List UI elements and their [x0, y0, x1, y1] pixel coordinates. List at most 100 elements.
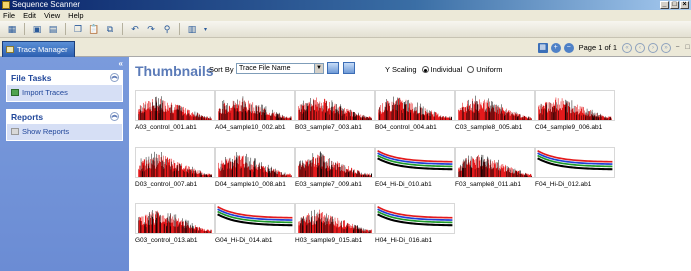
thumbnail-label: C04_sample9_006.ab1	[535, 124, 603, 131]
prev-page-icon[interactable]: ‹	[635, 42, 645, 53]
thumbnail-item[interactable]: A03_control_001.ab1	[135, 90, 215, 131]
trace-thumbnail[interactable]	[135, 147, 215, 178]
collapse-pane-icon[interactable]: «	[119, 59, 123, 68]
menu-help[interactable]: Help	[68, 10, 83, 21]
radio-label: Uniform	[476, 65, 503, 74]
trace-thumbnail[interactable]	[135, 90, 215, 121]
y-scaling-individual[interactable]: Individual	[421, 65, 463, 74]
thumbnail-item[interactable]: G04_Hi-Di_014.ab1	[215, 203, 295, 244]
layout-icon[interactable]: ⧉	[104, 23, 116, 35]
title-bar: Sequence Scanner _ □ ×	[0, 0, 691, 10]
trace-red-signal	[218, 155, 292, 177]
report-icon	[11, 128, 19, 135]
trace-red-signal	[298, 154, 372, 177]
menu-view[interactable]: View	[44, 10, 60, 21]
trace-red-signal	[218, 98, 292, 120]
thumbnail-view-icon[interactable]: ▦	[537, 42, 548, 53]
restore-pane-icon[interactable]: □	[684, 42, 691, 54]
thumbnail-item[interactable]: G03_control_013.ab1	[135, 203, 215, 244]
page-title: Thumbnails	[135, 63, 214, 79]
print-icon[interactable]: ▤	[47, 23, 59, 35]
chevron-up-icon[interactable]: ︽	[110, 112, 119, 121]
radio-label: Individual	[430, 65, 463, 74]
sort-label: Sort By	[209, 65, 234, 74]
zoom-in-icon[interactable]: +	[550, 42, 561, 53]
thumbnail-item[interactable]: H03_sample9_015.ab1	[295, 203, 375, 244]
sort-descending-button[interactable]	[343, 62, 355, 74]
redo-icon[interactable]: ↷	[145, 23, 157, 35]
trace-thumbnail[interactable]	[215, 203, 295, 234]
trace-thumbnail[interactable]	[215, 147, 295, 178]
close-button[interactable]: ×	[680, 1, 689, 9]
paste-icon[interactable]: 📋	[88, 23, 100, 35]
thumbnail-item[interactable]: D03_control_007.ab1	[135, 147, 215, 188]
next-page-icon[interactable]: ›	[648, 42, 658, 53]
thumbnail-item[interactable]: C04_sample9_006.ab1	[535, 90, 615, 131]
trace-thumbnail[interactable]	[375, 147, 455, 178]
chevron-up-icon[interactable]: ︽	[110, 73, 119, 82]
sort-ascending-button[interactable]	[327, 62, 339, 74]
thumbnail-item[interactable]: D04_sample10_008.ab1	[215, 147, 295, 188]
file-tasks-title: File Tasks	[11, 73, 52, 83]
menu-edit[interactable]: Edit	[23, 10, 36, 21]
trace-thumbnail[interactable]	[375, 203, 455, 234]
minimize-pane-icon[interactable]: −	[674, 42, 681, 54]
file-tasks-panel: File Tasks ︽ Import Traces	[6, 70, 123, 102]
thumbnail-item[interactable]: B03_sample7_003.ab1	[295, 90, 375, 131]
thumbnail-label: B04_control_004.ab1	[375, 124, 437, 131]
app-icon	[2, 1, 10, 9]
import-traces-link[interactable]: Import Traces	[7, 85, 122, 101]
thumbnail-item[interactable]: H04_Hi-Di_016.ab1	[375, 203, 455, 244]
trace-black-signal	[140, 151, 212, 177]
thumbnail-item[interactable]: A04_sample10_002.ab1	[215, 90, 295, 131]
thumbnail-item[interactable]: F03_sample8_011.ab1	[455, 147, 535, 188]
trace-thumbnail[interactable]	[135, 203, 215, 234]
maximize-button[interactable]: □	[670, 1, 679, 9]
undo-icon[interactable]: ↶	[129, 23, 141, 35]
trace-thumbnail[interactable]	[535, 90, 615, 121]
thumbnail-item[interactable]: C03_sample8_005.ab1	[455, 90, 535, 131]
trace-thumbnail[interactable]	[295, 90, 375, 121]
sort-select[interactable]: Trace File Name ▼	[236, 63, 324, 74]
tab-trace-manager[interactable]: Trace Manager	[2, 41, 75, 57]
thumbnail-item[interactable]: F04_Hi-Di_012.ab1	[535, 147, 615, 188]
save-icon[interactable]: ▣	[31, 23, 43, 35]
trace-thumbnail[interactable]	[215, 90, 295, 121]
chevron-down-icon[interactable]: ▾	[202, 23, 209, 35]
last-page-icon[interactable]: »	[661, 42, 671, 53]
trace-thumbnail[interactable]	[455, 90, 535, 121]
copy-icon[interactable]: ❐	[72, 23, 84, 35]
first-page-icon[interactable]: «	[622, 42, 632, 53]
trace-red-signal	[138, 97, 212, 120]
find-icon[interactable]: ⚲	[161, 23, 173, 35]
chevron-down-icon[interactable]: ▼	[314, 64, 323, 73]
radio-button[interactable]	[467, 66, 475, 73]
window-title: Sequence Scanner	[12, 0, 81, 9]
zoom-out-icon[interactable]: −	[563, 42, 574, 53]
thumbnail-item[interactable]: B04_control_004.ab1	[375, 90, 455, 131]
menu-file[interactable]: File	[3, 10, 15, 21]
minimize-button[interactable]: _	[660, 1, 669, 9]
trace-thumbnail[interactable]	[375, 90, 455, 121]
trace-thumbnail[interactable]	[295, 147, 375, 178]
trace-red-signal	[298, 97, 372, 120]
trace-thumbnail[interactable]	[455, 147, 535, 178]
trace-thumbnail[interactable]	[535, 147, 615, 178]
y-scaling-uniform[interactable]: Uniform	[467, 65, 503, 74]
thumbnail-label: E04_Hi-Di_010.ab1	[375, 181, 432, 188]
radio-button[interactable]	[421, 66, 429, 73]
trace-thumbnail[interactable]	[295, 203, 375, 234]
import-icon[interactable]: ▦	[6, 23, 18, 35]
thumbnail-item[interactable]: E04_Hi-Di_010.ab1	[375, 147, 455, 188]
toolbar: ▦ ▣ ▤ ❐ 📋 ⧉ ↶ ↷ ⚲ ▥ ▾	[0, 21, 691, 38]
thumbnail-label: A04_sample10_002.ab1	[215, 124, 286, 131]
page-indicator: Page 1 of 1	[578, 43, 617, 52]
reports-header[interactable]: Reports ︽	[7, 110, 122, 124]
toolbar-divider	[65, 23, 66, 35]
file-tasks-header[interactable]: File Tasks ︽	[7, 71, 122, 85]
show-reports-link[interactable]: Show Reports	[7, 124, 122, 140]
thumbnail-label: H03_sample9_015.ab1	[295, 237, 363, 244]
thumbnail-label: B03_sample7_003.ab1	[295, 124, 362, 131]
chart-view-icon[interactable]: ▥	[186, 23, 198, 35]
thumbnail-item[interactable]: E03_sample7_009.ab1	[295, 147, 375, 188]
